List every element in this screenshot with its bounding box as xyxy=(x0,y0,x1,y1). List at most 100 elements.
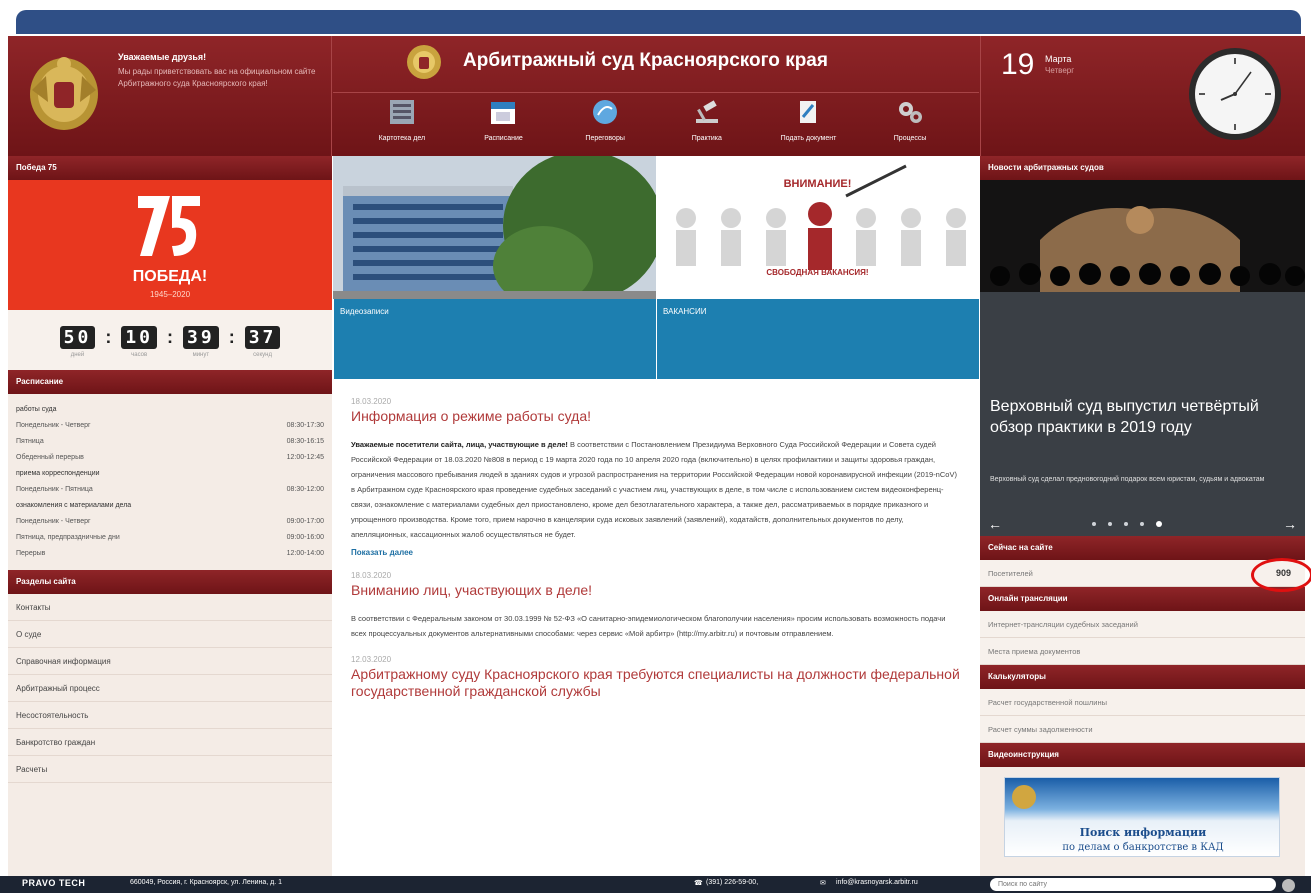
quick-nav-label: Практика xyxy=(691,135,722,142)
quick-nav-label: Переговоры xyxy=(585,135,625,142)
quick-nav-schedule[interactable]: Расписание xyxy=(457,93,549,154)
video-instruction-title: Поиск информации xyxy=(1079,826,1207,839)
calculator-link[interactable]: Расчет государственной пошлины xyxy=(980,689,1305,716)
carousel-dot[interactable] xyxy=(1124,522,1128,526)
visitors-label: Посетителей xyxy=(988,569,1033,578)
calculators-bar: Калькуляторы xyxy=(980,665,1305,689)
news-item: 18.03.2020 Информация о режиме работы су… xyxy=(351,397,961,557)
greeting-title: Уважаемые друзья! xyxy=(118,52,207,62)
victory-bar: Победа 75 xyxy=(8,156,332,180)
schedule-row: Понедельник - Четверг 09:00-17:00 xyxy=(16,514,324,530)
schedule-row: Обеденный перерыв 12:00-12:45 xyxy=(16,450,324,466)
visitors-row: Посетителей 909 xyxy=(980,558,1311,592)
gears-icon xyxy=(899,102,923,123)
broadcast-bar: Онлайн трансляции xyxy=(980,587,1305,611)
news-title[interactable]: Вниманию лиц, участвующих в деле! xyxy=(351,582,961,599)
greeting-block: Уважаемые друзья! Мы рады приветствовать… xyxy=(8,36,332,156)
gavel-icon xyxy=(695,100,718,123)
quick-nav-label: Картотека дел xyxy=(378,135,426,142)
emblem-small-icon xyxy=(1012,785,1036,809)
carousel-dot-active[interactable] xyxy=(1156,521,1162,527)
right-widgets: Сейчас на сайте Посетителей 909 Онлайн т… xyxy=(980,536,1311,867)
carousel-dot[interactable] xyxy=(1092,522,1096,526)
calendar-icon xyxy=(491,102,516,124)
schedule-row: Перерыв 12:00-14:00 xyxy=(16,546,324,562)
vacancies-banner[interactable]: ВНИМАНИЕ! СВОБОДНАЯ ВАКАНСИЯ! ВАКАНСИИ xyxy=(656,156,979,379)
schedule-row: приема корреспонденции xyxy=(16,466,324,482)
news-title[interactable]: Информация о режиме работы суда! xyxy=(351,408,961,425)
broadcast-link[interactable]: Места приема документов xyxy=(980,638,1305,665)
sections-menu-item[interactable]: Несостоятельность xyxy=(8,702,332,729)
mail-icon: ✉ xyxy=(820,880,826,887)
schedule-row: Понедельник - Четверг 08:30-17:30 xyxy=(16,418,324,434)
victory-banner[interactable]: ПОБЕДА! 1945–2020 xyxy=(8,180,332,310)
footer-email[interactable]: info@krasnoyarsk.arbitr.ru xyxy=(836,879,918,886)
video-banner[interactable]: Видеозаписи xyxy=(333,156,656,379)
sections-menu-item[interactable]: Банкротство граждан xyxy=(8,729,332,756)
carousel-next-arrow-icon[interactable]: → xyxy=(1283,516,1297,532)
schedule-label: Перерыв xyxy=(16,550,46,557)
sections-bar: Разделы сайта xyxy=(8,570,332,594)
countdown-value: 10 xyxy=(121,326,157,349)
schedule-row: Пятница, предпраздничные дни 09:00-16:00 xyxy=(16,530,324,546)
featured-news-title[interactable]: Верховный суд выпустил четвёртый обзор п… xyxy=(990,396,1290,438)
footer-search-input[interactable] xyxy=(990,878,1276,891)
court-header: Арбитражный суд Красноярского края Карто… xyxy=(333,36,979,156)
quick-nav-negotiations[interactable]: Переговоры xyxy=(559,93,651,154)
quick-nav-processes[interactable]: Процессы xyxy=(864,93,956,154)
search-icon[interactable] xyxy=(1282,879,1295,892)
news-date: 12.03.2020 xyxy=(351,655,392,664)
broadcast-link[interactable]: Интернет-трансляции судебных заседаний xyxy=(980,611,1305,638)
show-more-link[interactable]: Показать далее xyxy=(351,548,413,557)
date-month: Марта xyxy=(1045,54,1072,64)
vacancy-overlay-text: ВНИМАНИЕ! xyxy=(783,178,852,190)
countdown-separator: : xyxy=(105,327,112,347)
sections-menu-item[interactable]: Справочная информация xyxy=(8,648,332,675)
schedule-time: 09:00-16:00 xyxy=(286,534,324,541)
court-building-image xyxy=(333,156,656,299)
coat-of-arms-icon xyxy=(30,57,98,130)
sections-menu-item[interactable]: Арбитражный процесс xyxy=(8,675,332,702)
quick-nav-submit-document[interactable]: Подать документ xyxy=(762,93,854,154)
footer-brand[interactable]: PRAVO TECH xyxy=(22,878,85,888)
featured-news-subtitle: Верховный суд сделал предновогодний пода… xyxy=(990,476,1265,483)
carousel-dot[interactable] xyxy=(1140,522,1144,526)
top-strip xyxy=(16,10,1301,34)
featured-news[interactable]: Верховный суд выпустил четвёртый обзор п… xyxy=(980,180,1305,512)
left-column: Победа 75 ПОБЕДА! 1945–2020 50 дней : 10… xyxy=(8,156,332,876)
calculator-link[interactable]: Расчет суммы задолженности xyxy=(980,716,1305,743)
countdown-value: 50 xyxy=(59,326,96,349)
court-news-bar: Новости арбитражных судов xyxy=(980,156,1305,180)
quick-nav-practice[interactable]: Практика xyxy=(661,93,753,154)
sections-menu-item[interactable]: О суде xyxy=(8,621,332,648)
schedule-label: Пятница, предпраздничные дни xyxy=(16,534,120,541)
countdown-label: дней xyxy=(70,352,85,358)
countdown-value: 39 xyxy=(183,326,219,349)
carousel-prev-arrow-icon[interactable]: ← xyxy=(988,516,1002,532)
site-header: Уважаемые друзья! Мы рады приветствовать… xyxy=(8,36,1305,156)
schedule-label: Понедельник - Пятница xyxy=(16,486,93,493)
news-title[interactable]: Арбитражному суду Красноярского края тре… xyxy=(351,666,961,700)
quick-nav-card-index[interactable]: Картотека дел xyxy=(356,93,448,154)
schedule-row: Понедельник - Пятница 08:30-12:00 xyxy=(16,482,324,498)
vacancies-banner-caption: ВАКАНСИИ xyxy=(656,299,979,379)
greeting-text: Мы рады приветствовать вас на официально… xyxy=(118,67,316,88)
sections-menu-item[interactable]: Расчеты xyxy=(8,756,332,783)
countdown-days: 50 дней xyxy=(59,326,96,358)
news-item: 18.03.2020 Вниманию лиц, участвующих в д… xyxy=(351,571,961,641)
right-column: Новости арбитражных судов Верховный суд … xyxy=(980,156,1311,876)
vacancy-image: ВНИМАНИЕ! СВОБОДНАЯ ВАКАНСИЯ! xyxy=(656,156,979,299)
center-column: Видеозаписи ВНИМАНИЕ! СВОБОДНАЯ ВАКАНСИЯ… xyxy=(333,156,979,876)
video-instruction[interactable]: Поиск информации по делам о банкротстве … xyxy=(980,767,1305,867)
court-title[interactable]: Арбитражный суд Красноярского края xyxy=(463,50,828,72)
banners-row: Видеозаписи ВНИМАНИЕ! СВОБОДНАЯ ВАКАНСИЯ… xyxy=(333,156,979,379)
sections-menu-item[interactable]: Контакты xyxy=(8,594,332,621)
phone-icon: ☎ xyxy=(694,880,703,887)
schedule-time: 08:30-17:30 xyxy=(286,422,324,429)
date-day: 19 xyxy=(1001,48,1035,81)
news-body: Уважаемые посетители сайта, лица, участв… xyxy=(351,437,961,542)
news-feed: 18.03.2020 Информация о режиме работы су… xyxy=(333,379,979,700)
footer-phone: (391) 226-59-00, xyxy=(706,879,759,886)
carousel-dot[interactable] xyxy=(1108,522,1112,526)
vacancy-footer-text: СВОБОДНАЯ ВАКАНСИЯ! xyxy=(766,268,869,277)
